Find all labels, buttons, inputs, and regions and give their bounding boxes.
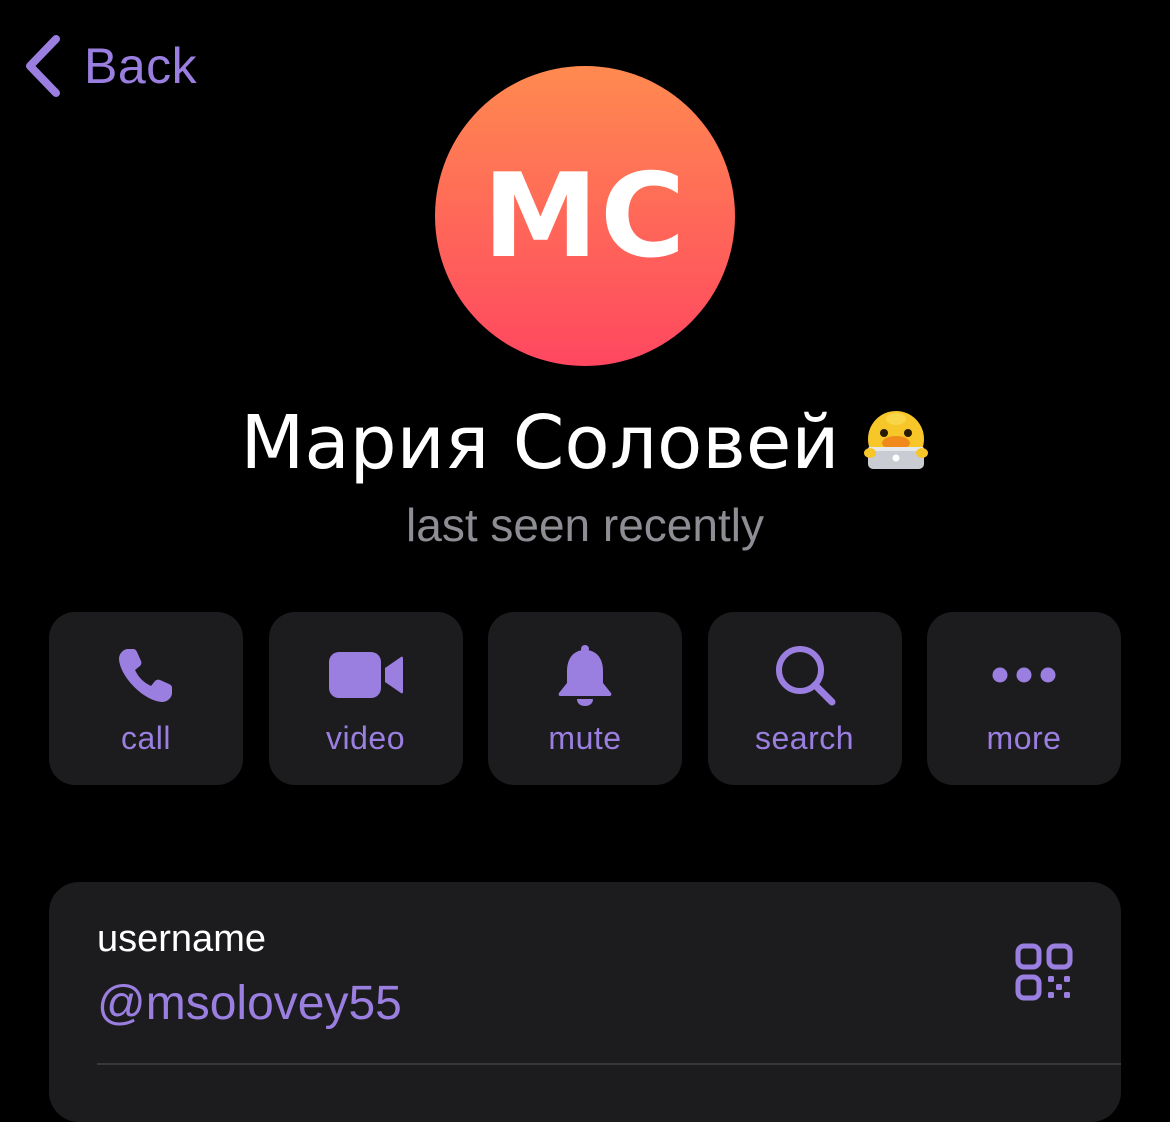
mute-label: mute bbox=[548, 720, 622, 756]
call-label: call bbox=[120, 720, 171, 756]
username-label: username bbox=[97, 918, 266, 960]
info-divider bbox=[97, 1063, 1121, 1065]
search-label: search bbox=[754, 720, 855, 756]
avatar[interactable]: MC bbox=[435, 66, 735, 366]
phone-icon bbox=[106, 642, 186, 708]
username-value[interactable]: @msolovey55 bbox=[97, 976, 402, 1031]
bell-icon bbox=[545, 642, 625, 708]
duck-laptop-emoji-icon[interactable] bbox=[862, 409, 930, 478]
action-bar: call video mute search more bbox=[49, 612, 1121, 785]
back-label: Back bbox=[84, 38, 198, 94]
info-card: username @msolovey55 bbox=[49, 882, 1121, 1122]
search-icon bbox=[765, 642, 845, 708]
search-button[interactable]: search bbox=[707, 612, 902, 785]
qr-code-icon[interactable] bbox=[1014, 942, 1074, 1002]
call-button[interactable]: call bbox=[49, 612, 243, 785]
more-button[interactable]: more bbox=[927, 612, 1121, 785]
profile-name: Мария Соловей bbox=[240, 400, 840, 486]
profile-name-row: Мария Соловей bbox=[0, 400, 1170, 486]
chevron-left-icon bbox=[22, 33, 62, 99]
avatar-initials: MC bbox=[482, 148, 688, 284]
more-dots-icon bbox=[984, 642, 1064, 708]
video-button[interactable]: video bbox=[268, 612, 463, 785]
video-label: video bbox=[326, 720, 405, 756]
video-camera-icon bbox=[326, 642, 406, 708]
more-label: more bbox=[986, 720, 1062, 756]
back-button[interactable]: Back bbox=[22, 32, 197, 100]
mute-button[interactable]: mute bbox=[488, 612, 682, 785]
last-seen-status: last seen recently bbox=[406, 499, 764, 551]
